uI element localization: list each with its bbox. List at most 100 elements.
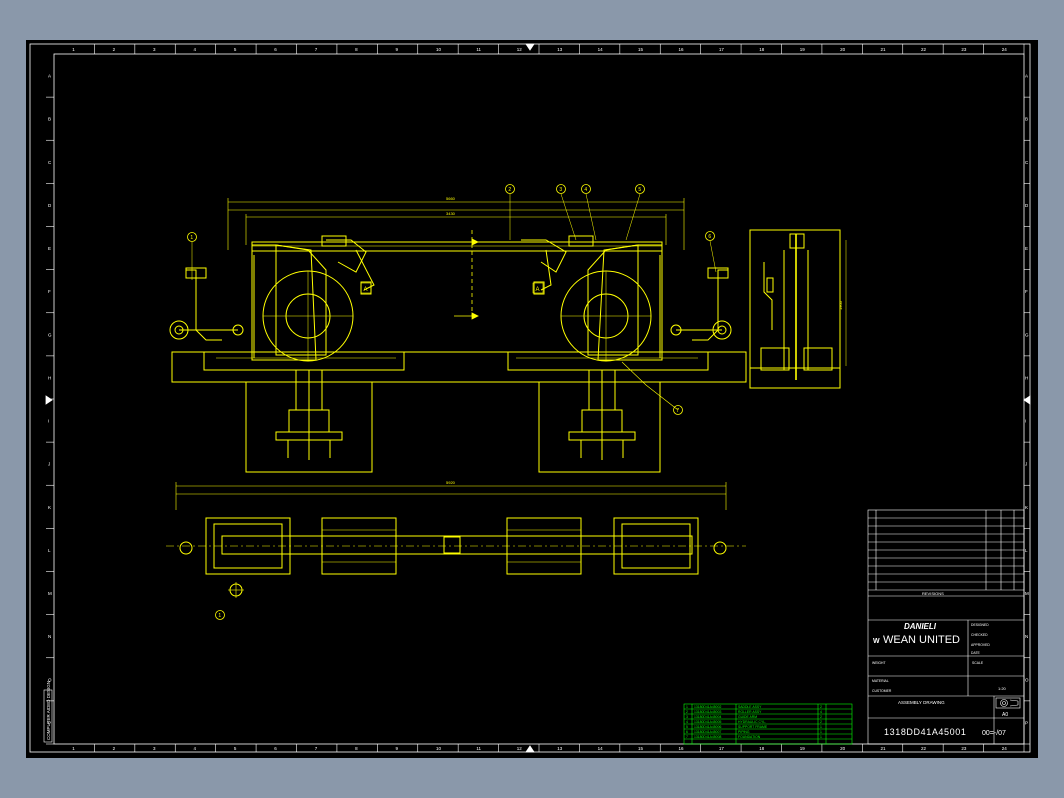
bom-cell-pos: 1 — [686, 705, 688, 709]
frame-col-label-top: 10 — [436, 47, 442, 52]
svg-text:2: 2 — [508, 187, 511, 193]
drawing-frame — [29, 43, 1031, 753]
frame-row-label-right: L — [1025, 548, 1028, 553]
frame-col-label-top: 19 — [800, 47, 806, 52]
right-upper-cylinder — [568, 235, 594, 247]
frame-col-label-bottom: 8 — [355, 746, 358, 751]
frame-col-label-bottom: 1 — [72, 746, 75, 751]
callout-balloon: 2 — [505, 184, 515, 194]
svg-text:5: 5 — [638, 187, 641, 193]
frame-col-label-bottom: 9 — [396, 746, 399, 751]
bom-cell-qty: 1 — [820, 725, 822, 729]
bom-cell-pos: 4 — [686, 720, 688, 724]
title-field-label: SCALE — [972, 661, 984, 665]
right-lifting-cylinder — [568, 369, 636, 460]
title-field-label: APPROVED — [971, 643, 990, 647]
frame-col-label-top: 11 — [476, 47, 481, 52]
drawing-number: 1318DD41A45001 — [884, 727, 966, 737]
side-view: 1900 — [749, 229, 847, 389]
frame-row-label-left: K — [48, 505, 51, 510]
side-top-block — [789, 233, 805, 249]
center-mark-left — [45, 395, 53, 405]
callout-balloon: 7 — [673, 405, 683, 415]
frame-row-label-left: N — [48, 634, 51, 639]
frame-row-label-right: C — [1025, 160, 1029, 165]
frame-row-label-right: F — [1025, 289, 1028, 294]
frame-col-label-bottom: 2 — [113, 746, 116, 751]
callout-balloon: 4 — [581, 184, 591, 194]
scale-value: 1:20 — [998, 686, 1007, 691]
title-field-label: MATERIAL — [872, 679, 889, 683]
frame-row-label-left: A — [48, 74, 51, 79]
bom-cell-pos: 6 — [686, 730, 688, 734]
drawing-title: ASSEMBLY DRAWING — [898, 700, 945, 705]
callout-balloon: 1 — [187, 232, 197, 242]
frame-col-label-top: 4 — [193, 47, 196, 52]
frame-row-label-right: H — [1025, 375, 1028, 380]
bom-cell-desc: SUPPORT FRAME — [738, 725, 768, 729]
frame-col-label-top: 13 — [557, 47, 563, 52]
frame-row-label-left: H — [48, 375, 51, 380]
view-marker-a-left: A — [364, 287, 368, 293]
title-field-label: DATE — [971, 651, 981, 655]
frame-row-label-left: I — [48, 419, 49, 424]
frame-col-label-bottom: 4 — [193, 746, 196, 751]
svg-text:4: 4 — [584, 187, 587, 193]
bom-cell-desc: PIPING — [738, 730, 750, 734]
callout-balloon: 3 — [556, 184, 566, 194]
callout-balloon: 5 — [635, 184, 645, 194]
frame-col-label-bottom: 22 — [921, 746, 927, 751]
sheet-size: A0 — [1002, 712, 1008, 718]
dim-top-span: 3430 — [446, 211, 456, 216]
frame-col-label-bottom: 13 — [557, 746, 563, 751]
outer-border — [29, 43, 1031, 753]
frame-row-label-right: I — [1025, 419, 1026, 424]
frame-col-label-top: 14 — [598, 47, 604, 52]
right-foundation-pit — [538, 382, 661, 473]
wean-mark-icon: W — [873, 638, 880, 645]
company-name: DANIELI — [904, 622, 937, 631]
title-field-label: CHECKED — [971, 633, 988, 637]
section-arrows — [454, 230, 479, 320]
frame-row-label-left: C — [48, 160, 52, 165]
bom-cell-pos: 7 — [686, 735, 688, 739]
frame-col-label-top: 22 — [921, 47, 927, 52]
title-field-label: CUSTOMER — [872, 689, 892, 693]
frame-col-label-bottom: 15 — [638, 746, 644, 751]
bom-cell-pos: 3 — [686, 715, 688, 719]
svg-text:1: 1 — [190, 235, 193, 241]
cad-viewport[interactable]: 1 1 2 2 3 3 4 4 5 5 6 6 7 7 8 8 9 9 10 10 11 11 12 12 13 13 14 14 15… — [26, 40, 1038, 758]
side-tag: COMPUTER AIDED DESIGN — [43, 681, 53, 743]
frame-row-label-right: N — [1025, 634, 1028, 639]
frame-col-label-top: 8 — [355, 47, 358, 52]
side-base — [749, 367, 841, 389]
frame-col-label-top: 17 — [719, 47, 725, 52]
frame-col-label-top: 24 — [1002, 47, 1008, 52]
frame-col-label-bottom: 23 — [961, 746, 967, 751]
bom-cell-desc: ROLLER ASSY — [738, 710, 762, 714]
bom-cell-desc: HYDRAULIC CYL. — [738, 720, 766, 724]
title-field-label: DESIGNED — [971, 623, 989, 627]
frame-col-label-bottom: 21 — [881, 746, 887, 751]
frame-col-label-bottom: 20 — [840, 746, 846, 751]
plan-dimension-lines — [175, 482, 727, 510]
frame-row-label-left: M — [48, 591, 52, 596]
frame-col-label-bottom: 14 — [598, 746, 604, 751]
svg-text:3: 3 — [559, 187, 562, 193]
frame-col-label-top: 21 — [881, 47, 887, 52]
bom-cell-code: 13180D41A45005 — [694, 720, 721, 724]
bom-cell-desc: GUIDE ARM — [738, 715, 757, 719]
frame-row-label-left: E — [48, 246, 51, 251]
frame-row-label-right: B — [1025, 117, 1028, 122]
frame-col-label-bottom: 18 — [759, 746, 765, 751]
frame-col-label-top: 15 — [638, 47, 644, 52]
frame-col-label-bottom: 16 — [678, 746, 684, 751]
dim-side-height: 1900 — [838, 300, 843, 310]
plan-right-roll — [713, 541, 727, 555]
frame-row-label-right: P — [1025, 720, 1028, 725]
svg-text:6: 6 — [708, 234, 711, 240]
frame-col-label-top: 12 — [517, 47, 523, 52]
frame-col-label-bottom: 3 — [153, 746, 156, 751]
frame-col-label-top: 1 — [72, 47, 75, 52]
svg-text:7: 7 — [676, 408, 679, 414]
